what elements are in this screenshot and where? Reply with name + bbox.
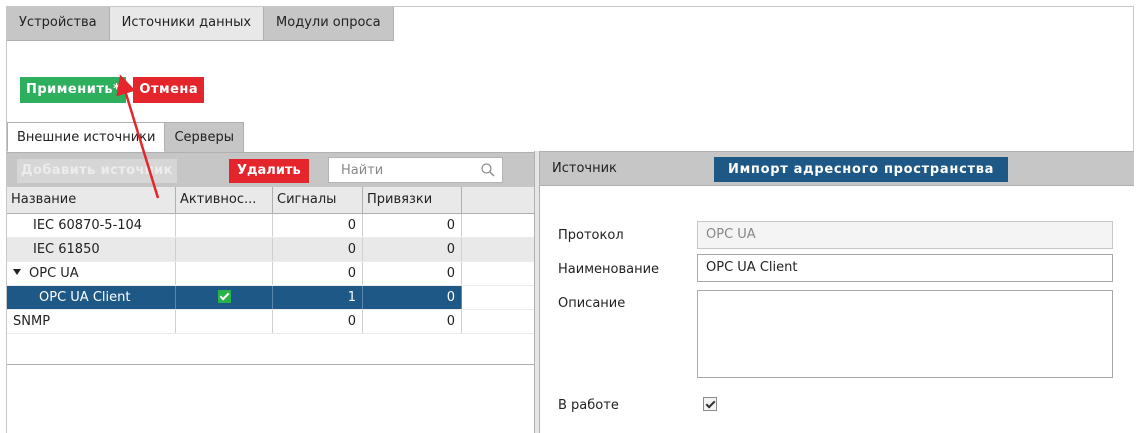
tab-source[interactable]: Источник — [552, 152, 617, 186]
row-filler — [462, 262, 535, 285]
description-label: Описание — [558, 296, 626, 311]
table-row-selected[interactable]: OPC UA Client 1 0 — [7, 286, 535, 310]
row-activity — [176, 262, 273, 285]
row-name-cell: OPC UA — [7, 262, 176, 285]
source-form: Протокол OPC UA Наименование OPC UA Clie… — [540, 186, 1134, 433]
protocol-field: OPC UA — [697, 221, 1113, 249]
column-header-signals[interactable]: Сигналы — [273, 187, 363, 213]
column-header-activity[interactable]: Активнос... — [176, 187, 273, 213]
row-bindings: 0 — [363, 262, 462, 285]
row-signals: 0 — [273, 262, 363, 285]
row-signals: 1 — [273, 286, 363, 309]
tab-external-sources[interactable]: Внешние источники — [7, 122, 166, 152]
tab-polling-modules[interactable]: Модули опроса — [264, 7, 394, 41]
add-source-button[interactable]: Добавить источник — [17, 159, 177, 183]
source-panel-header: Источник Импорт адресного пространства — [540, 151, 1134, 186]
row-activity — [176, 286, 273, 309]
cancel-button[interactable]: Отмена — [133, 77, 205, 103]
search-input[interactable] — [329, 158, 474, 182]
column-header-empty — [462, 187, 535, 213]
table-row[interactable]: OPC UA 0 0 — [7, 262, 535, 286]
tab-data-sources[interactable]: Источники данных — [109, 7, 265, 41]
grid-header: Название Активнос... Сигналы Привязки — [7, 187, 535, 214]
tab-devices[interactable]: Устройства — [7, 7, 110, 41]
column-header-name[interactable]: Название — [7, 187, 176, 213]
row-name: OPC UA — [29, 266, 79, 281]
import-address-space-button[interactable]: Импорт адресного пространства — [714, 157, 1009, 182]
name-label: Наименование — [558, 262, 660, 277]
row-bindings: 0 — [363, 286, 462, 309]
in-work-label: В работе — [558, 398, 619, 413]
row-bindings: 0 — [363, 310, 462, 333]
row-activity — [176, 310, 273, 333]
sources-grid: Название Активнос... Сигналы Привязки IE… — [7, 187, 535, 334]
row-filler — [462, 286, 535, 309]
row-signals: 0 — [273, 214, 363, 237]
row-filler — [462, 214, 535, 237]
row-bindings: 0 — [363, 238, 462, 261]
name-field[interactable]: OPC UA Client — [697, 254, 1113, 282]
row-name: SNMP — [7, 310, 176, 333]
row-filler — [462, 310, 535, 333]
row-name: IEC 61850 — [7, 238, 176, 261]
column-header-bindings[interactable]: Привязки — [363, 187, 462, 213]
search-box — [328, 157, 503, 183]
protocol-label: Протокол — [558, 228, 624, 243]
row-name: OPC UA Client — [7, 286, 176, 309]
delete-button[interactable]: Удалить — [229, 159, 309, 183]
row-filler — [462, 238, 535, 261]
expand-triangle-icon[interactable] — [13, 269, 21, 275]
row-signals: 0 — [273, 310, 363, 333]
description-textarea[interactable] — [697, 290, 1113, 378]
apply-button[interactable]: Применить* — [20, 77, 127, 103]
action-bar: Применить* Отмена — [20, 77, 205, 103]
row-activity — [176, 214, 273, 237]
row-bindings: 0 — [363, 214, 462, 237]
table-row[interactable]: IEC 60870-5-104 0 0 — [7, 214, 535, 238]
sources-toolbar: Добавить источник Удалить — [7, 152, 535, 187]
source-subtabs: Внешние источники Серверы — [7, 122, 244, 152]
row-name: IEC 60870-5-104 — [7, 214, 176, 237]
tab-servers[interactable]: Серверы — [165, 122, 244, 152]
grid-bottom-divider — [7, 364, 535, 365]
search-icon[interactable] — [480, 162, 496, 178]
table-row[interactable]: IEC 61850 0 0 — [7, 238, 535, 262]
top-tabs: Устройства Источники данных Модули опрос… — [7, 7, 394, 41]
row-signals: 0 — [273, 238, 363, 261]
table-row[interactable]: SNMP 0 0 — [7, 310, 535, 334]
in-work-checkbox[interactable] — [703, 397, 717, 411]
row-activity — [176, 238, 273, 261]
active-check-icon[interactable] — [218, 290, 231, 303]
